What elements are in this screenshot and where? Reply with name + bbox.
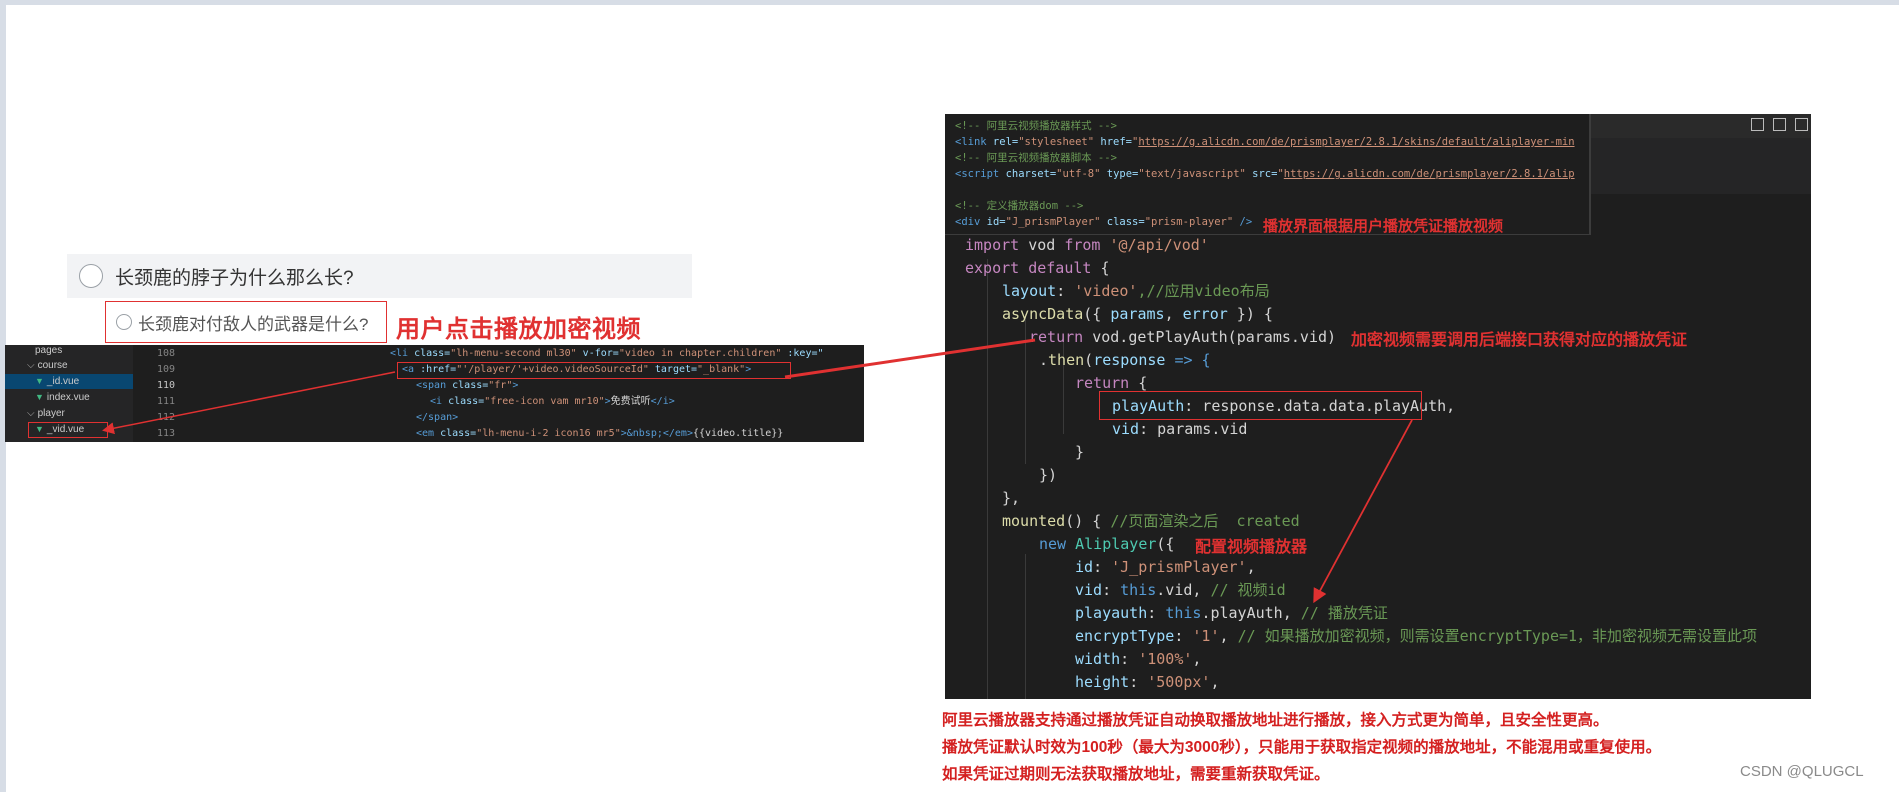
arrow-playauth-to-option [1313,419,1413,604]
note-line-3: 如果凭证过期则无法获取播放地址，需要重新获取凭证。 [942,766,1330,783]
annotation-arrows [102,338,1413,604]
arrow-href-to-vid [102,371,396,435]
watermark: CSDN @QLUGCL [1740,763,1864,780]
note-line-2: 播放凭证默认时效为100秒（最大为3000秒），只能用于获取指定视频的播放地址，… [942,739,1662,756]
arrow-link-to-getplayauth [784,338,1036,379]
note-line-1: 阿里云播放器支持通过播放凭证自动换取播放地址进行播放，接入方式更为简单，且安全性… [942,712,1609,729]
